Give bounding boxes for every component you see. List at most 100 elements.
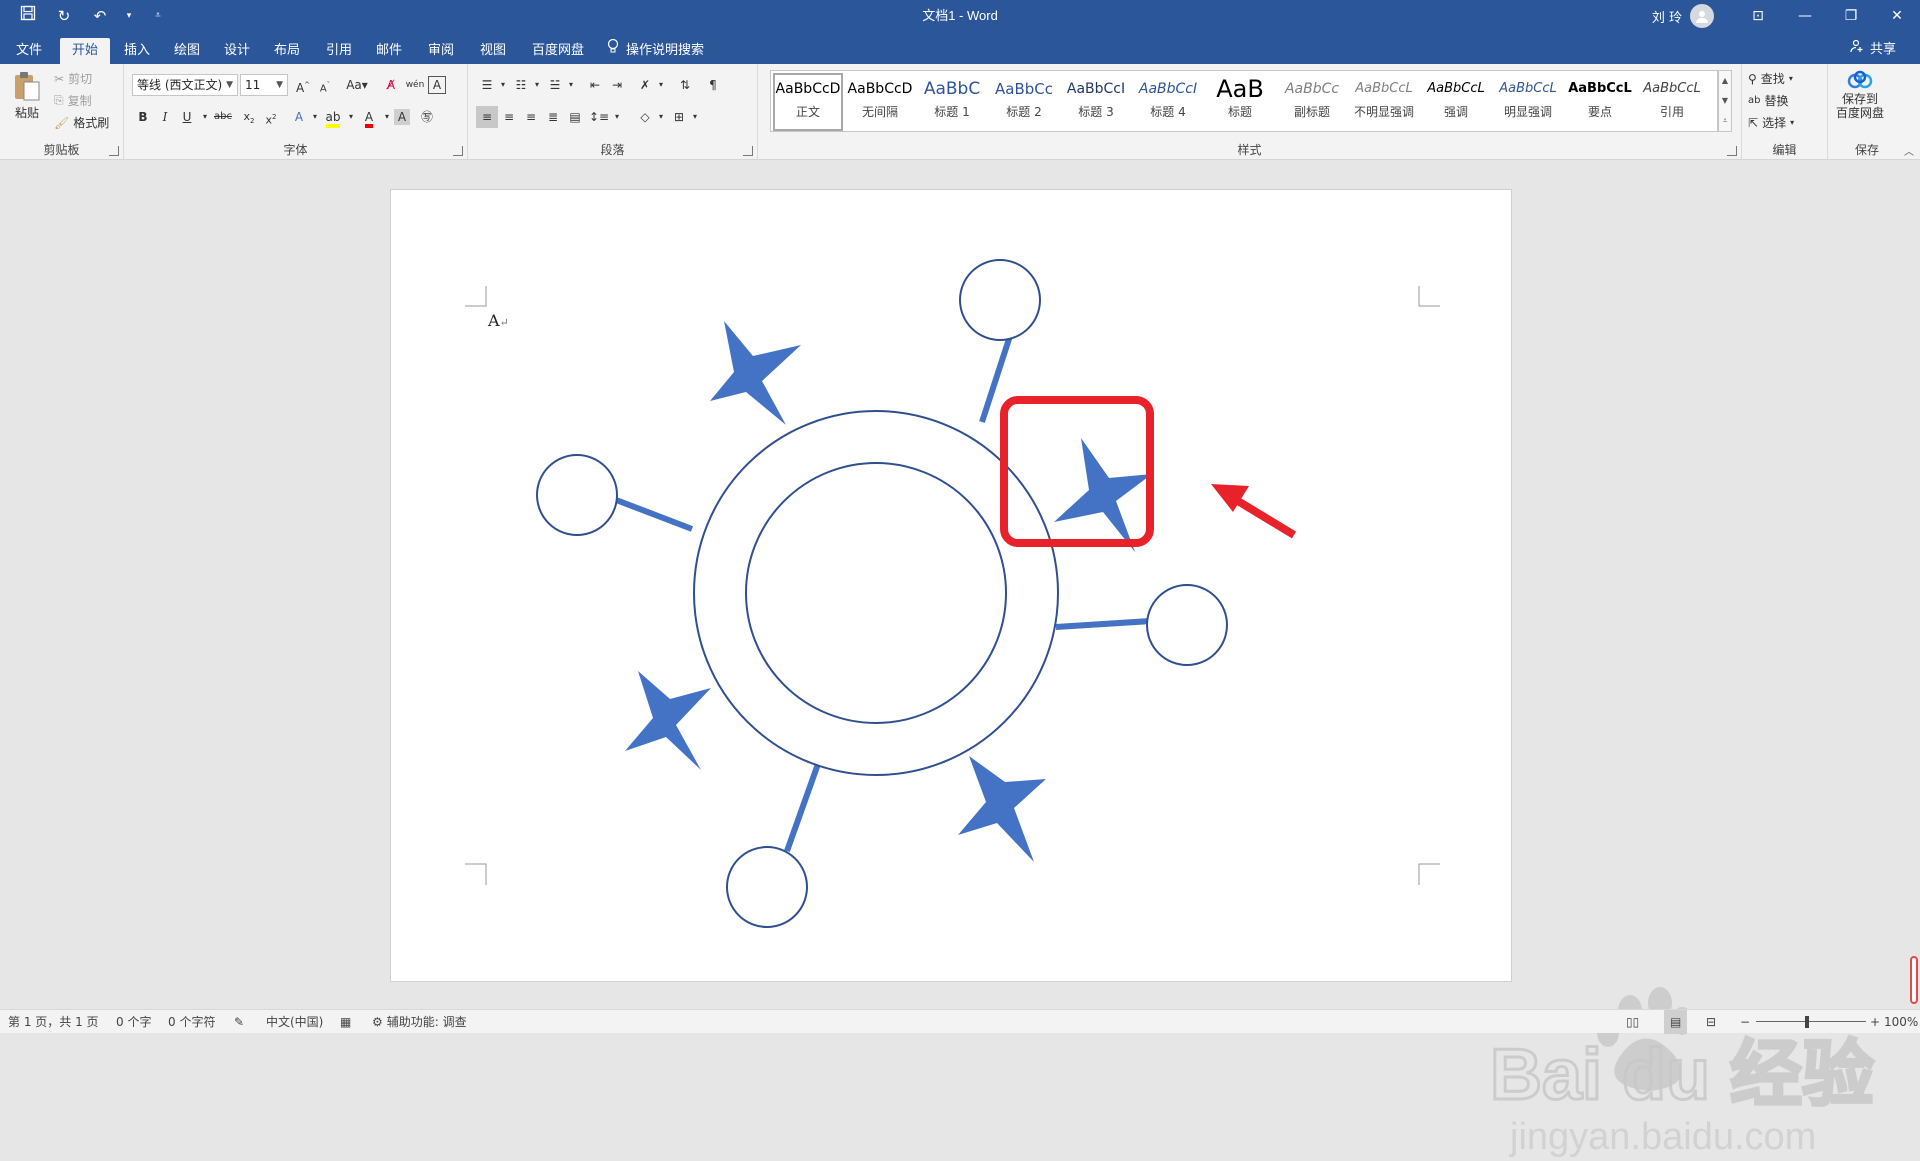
chevron-down-icon[interactable]: ▾ xyxy=(650,74,672,96)
styles-launcher-icon[interactable] xyxy=(1727,146,1737,156)
format-painter-button[interactable]: 🖌 格式刷 xyxy=(54,114,109,131)
style-title[interactable]: AaB 标题 xyxy=(1205,75,1275,129)
enclose-characters-icon[interactable]: ㊢ xyxy=(416,106,438,128)
style-no-spacing[interactable]: AaBbCcD 无间隔 xyxy=(845,75,915,129)
cut-button[interactable]: ✂ 剪切 xyxy=(54,70,92,87)
word-count[interactable]: 0 个字 xyxy=(116,1010,151,1034)
phonetic-guide-icon[interactable]: wén xyxy=(404,74,426,96)
font-launcher-icon[interactable] xyxy=(453,146,463,156)
zoom-in-icon[interactable]: + xyxy=(1870,1010,1880,1034)
chevron-down-icon[interactable]: ▾ xyxy=(606,106,628,128)
connector-line[interactable] xyxy=(1055,618,1152,630)
style-emphasis[interactable]: AaBbCcL 强调 xyxy=(1421,75,1491,129)
connector-line[interactable] xyxy=(784,762,821,853)
tab-layout[interactable]: 布局 xyxy=(262,38,312,64)
chevron-down-icon[interactable]: ▼ xyxy=(1719,91,1731,111)
show-marks-icon[interactable]: ¶ xyxy=(702,74,724,96)
star-shape[interactable] xyxy=(625,671,711,770)
tab-baidu-netdisk[interactable]: 百度网盘 xyxy=(520,38,596,64)
style-subtle-emphasis[interactable]: AaBbCcL 不明显强调 xyxy=(1349,75,1419,129)
node-circle-top[interactable] xyxy=(959,259,1041,341)
web-layout-icon[interactable]: ⊟ xyxy=(1706,1010,1716,1034)
zoom-level[interactable]: 100% xyxy=(1884,1010,1918,1034)
copy-button[interactable]: ⎘ 复制 xyxy=(54,92,92,109)
read-mode-icon[interactable]: ▯▯ xyxy=(1626,1010,1639,1034)
collapse-ribbon-icon[interactable]: ︿ xyxy=(1904,143,1914,158)
italic-icon[interactable]: I xyxy=(154,106,176,128)
language[interactable]: 中文(中国) xyxy=(266,1010,323,1034)
chevron-up-icon[interactable]: ▲ xyxy=(1719,71,1731,91)
style-normal[interactable]: AaBbCcD 正文 xyxy=(773,73,843,131)
node-circle-bottom[interactable] xyxy=(726,846,808,928)
chevron-down-icon[interactable]: ▾ xyxy=(684,106,706,128)
star-shape[interactable] xyxy=(710,321,801,425)
style-intense-emphasis[interactable]: AaBbCcL 明显强调 xyxy=(1493,75,1563,129)
find-button[interactable]: ⚲ 查找 ▾ xyxy=(1748,70,1793,87)
replace-button[interactable]: ab 替换 xyxy=(1748,92,1789,109)
clear-formatting-icon[interactable]: A̸ xyxy=(380,74,402,96)
tab-insert[interactable]: 插入 xyxy=(112,38,162,64)
tab-file[interactable]: 文件 xyxy=(4,38,54,64)
shrink-font-icon[interactable]: Aˇ xyxy=(314,74,336,96)
inner-circle[interactable] xyxy=(745,462,1007,724)
style-strong[interactable]: AaBbCcL 要点 xyxy=(1565,75,1635,129)
avatar[interactable] xyxy=(1690,4,1714,28)
tab-home[interactable]: 开始 xyxy=(60,38,111,64)
tab-references[interactable]: 引用 xyxy=(314,38,364,64)
grow-font-icon[interactable]: A^ xyxy=(292,74,314,96)
style-heading-3[interactable]: AaBbCcI 标题 3 xyxy=(1061,75,1131,129)
node-circle-left[interactable] xyxy=(536,454,618,536)
align-right-icon[interactable]: ≡ xyxy=(520,106,542,128)
tab-review[interactable]: 审阅 xyxy=(416,38,466,64)
ribbon-display-options-icon[interactable]: ⊡ xyxy=(1746,4,1770,28)
style-heading-2[interactable]: AaBbCc 标题 2 xyxy=(989,75,1059,129)
paragraph-launcher-icon[interactable] xyxy=(743,146,753,156)
share-button[interactable]: 共享 xyxy=(1850,38,1896,62)
tab-design[interactable]: 设计 xyxy=(212,38,262,64)
sort-icon[interactable]: ⇅ xyxy=(674,74,696,96)
zoom-slider[interactable] xyxy=(1756,1021,1866,1022)
justify-icon[interactable]: ≣ xyxy=(542,106,564,128)
change-case-icon[interactable]: Aa▾ xyxy=(342,74,372,96)
tab-mailings[interactable]: 邮件 xyxy=(364,38,414,64)
clipboard-launcher-icon[interactable] xyxy=(109,146,119,156)
superscript-icon[interactable]: x2 xyxy=(260,106,282,128)
character-border-icon[interactable]: A xyxy=(428,76,446,94)
tab-draw[interactable]: 绘图 xyxy=(162,38,212,64)
star-shape-highlighted[interactable] xyxy=(1054,438,1152,552)
restore-icon[interactable]: ❐ xyxy=(1828,0,1874,32)
paste-button[interactable]: 粘贴 xyxy=(12,70,42,121)
increase-indent-icon[interactable]: ⇥ xyxy=(606,74,628,96)
align-left-icon[interactable]: ≡ xyxy=(476,106,498,128)
char-count[interactable]: 0 个字符 xyxy=(168,1010,215,1034)
node-circle-right[interactable] xyxy=(1146,584,1228,666)
zoom-slider-thumb[interactable] xyxy=(1805,1016,1809,1028)
accessibility-status[interactable]: ⚙ 辅助功能: 调查 xyxy=(372,1010,467,1034)
bold-icon[interactable]: B xyxy=(132,106,154,128)
close-icon[interactable]: ✕ xyxy=(1874,0,1920,32)
document-area[interactable]: A↵ Bai du 经验 jingyan.baidu.com xyxy=(0,161,1920,1158)
vertical-scrollbar-thumb[interactable] xyxy=(1910,956,1918,1004)
save-to-netdisk-button[interactable]: 保存到 百度网盘 xyxy=(1836,70,1884,120)
minimize-icon[interactable]: — xyxy=(1782,0,1828,32)
tell-me-search[interactable]: 操作说明搜索 xyxy=(606,38,704,63)
proofing-icon[interactable]: ✎ xyxy=(234,1010,244,1034)
macro-icon[interactable]: ▦ xyxy=(340,1010,351,1034)
document-page[interactable]: A↵ xyxy=(390,189,1512,982)
distributed-icon[interactable]: ▤ xyxy=(564,106,586,128)
gallery-more-icon[interactable]: ⩡ xyxy=(1719,111,1731,131)
style-heading-1[interactable]: AaBbC 标题 1 xyxy=(917,75,987,129)
tab-view[interactable]: 视图 xyxy=(468,38,518,64)
style-heading-4[interactable]: AaBbCcI 标题 4 xyxy=(1133,75,1203,129)
style-quote[interactable]: AaBbCcL 引用 xyxy=(1637,75,1707,129)
character-shading-icon[interactable]: A xyxy=(394,109,410,125)
page-count[interactable]: 第 1 页，共 1 页 xyxy=(8,1010,99,1034)
font-size-combo[interactable]: 11 ▼ xyxy=(240,74,288,96)
align-center-icon[interactable]: ≡ xyxy=(498,106,520,128)
user-account[interactable]: 刘 玲 xyxy=(1652,0,1714,32)
style-gallery-scroll[interactable]: ▲ ▼ ⩡ xyxy=(1718,70,1732,132)
select-button[interactable]: ⇱ 选择 ▾ xyxy=(1748,114,1794,131)
decrease-indent-icon[interactable]: ⇤ xyxy=(584,74,606,96)
print-layout-icon[interactable]: ▤ xyxy=(1664,1010,1688,1034)
star-shape[interactable] xyxy=(958,756,1046,862)
